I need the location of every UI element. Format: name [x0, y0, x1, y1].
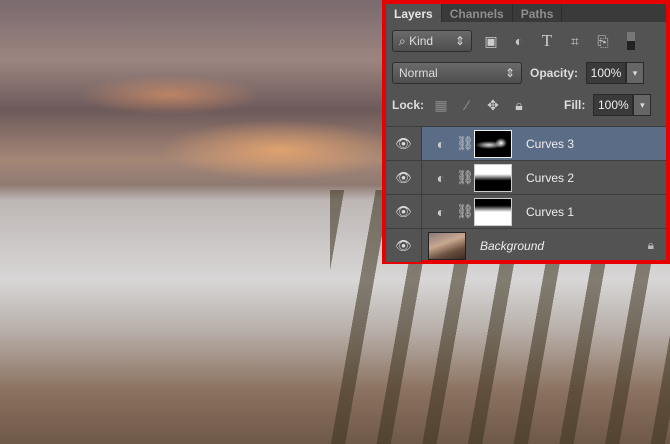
- mask-link-icon[interactable]: ⛓︎: [456, 203, 474, 221]
- mask-link-icon[interactable]: ⛓︎: [456, 169, 474, 187]
- layer-row-curves-2[interactable]: 👁︎ ◐ ⛓︎ Curves 2: [386, 160, 666, 194]
- tab-paths[interactable]: Paths: [513, 4, 563, 22]
- panel-tabs: Layers Channels Paths: [386, 4, 666, 22]
- layer-mask-thumbnail[interactable]: [474, 163, 512, 192]
- adjustment-filter-icon[interactable]: ◐: [510, 32, 528, 50]
- layer-name: Curves 1: [526, 204, 575, 219]
- adjustment-layer-icon: ◐: [436, 169, 446, 186]
- visibility-eye-icon[interactable]: 👁︎: [386, 195, 422, 228]
- tab-channels[interactable]: Channels: [442, 4, 513, 22]
- layer-name: Curves 2: [526, 170, 575, 185]
- updown-icon: ⇕: [504, 66, 515, 80]
- opacity-input[interactable]: 100%: [586, 62, 627, 84]
- filter-kind-select[interactable]: ⌕ Kind ⇕: [392, 30, 472, 52]
- fill-input[interactable]: 100%: [593, 94, 634, 116]
- lock-paint-brush-icon[interactable]: ⁄: [458, 96, 476, 114]
- search-icon: ⌕: [399, 33, 406, 48]
- layer-thumbnail[interactable]: [428, 231, 466, 260]
- opacity-dropdown[interactable]: ▾: [626, 62, 645, 84]
- fill-dropdown[interactable]: ▾: [633, 94, 652, 116]
- shape-filter-icon[interactable]: ⌗: [566, 32, 584, 50]
- visibility-eye-icon[interactable]: 👁︎: [386, 161, 422, 194]
- lock-position-move-icon[interactable]: ✥: [484, 96, 502, 114]
- opacity-label: Opacity:: [530, 66, 579, 80]
- blend-mode-select[interactable]: Normal ⇕: [392, 62, 522, 84]
- layer-row-curves-1[interactable]: 👁︎ ◐ ⛓︎ Curves 1: [386, 194, 666, 228]
- layer-row-curves-3[interactable]: 👁︎ ◐ ⛓︎ Curves 3: [386, 126, 666, 160]
- lock-all-icon[interactable]: 🔒︎: [510, 96, 528, 114]
- layer-mask-thumbnail[interactable]: [474, 129, 512, 158]
- adjustment-layer-icon: ◐: [436, 135, 446, 152]
- smart-object-filter-icon[interactable]: ⎘: [594, 32, 612, 50]
- visibility-eye-icon[interactable]: 👁︎: [386, 127, 422, 160]
- layer-name: Curves 3: [526, 136, 575, 151]
- type-filter-icon[interactable]: T: [538, 31, 556, 50]
- updown-icon: ⇕: [454, 34, 465, 48]
- layer-name: Background: [480, 238, 545, 253]
- visibility-eye-icon[interactable]: 👁︎: [386, 229, 422, 262]
- lock-icon: 🔒︎: [647, 238, 654, 252]
- tab-layers[interactable]: Layers: [386, 4, 442, 22]
- layers-panel: Layers Channels Paths ⌕ Kind ⇕ ▣ ◐ T ⌗ ⎘ …: [382, 0, 670, 264]
- lock-transparent-icon[interactable]: ▦: [432, 96, 450, 114]
- adjustment-layer-icon: ◐: [436, 203, 446, 220]
- layer-mask-thumbnail[interactable]: [474, 197, 512, 226]
- fill-label: Fill:: [564, 98, 586, 112]
- layer-row-background[interactable]: 👁︎ Background 🔒︎: [386, 228, 666, 262]
- filter-toggle-icon[interactable]: [622, 32, 640, 50]
- lock-label: Lock:: [392, 98, 425, 112]
- mask-link-icon[interactable]: ⛓︎: [456, 135, 474, 153]
- image-filter-icon[interactable]: ▣: [482, 32, 500, 50]
